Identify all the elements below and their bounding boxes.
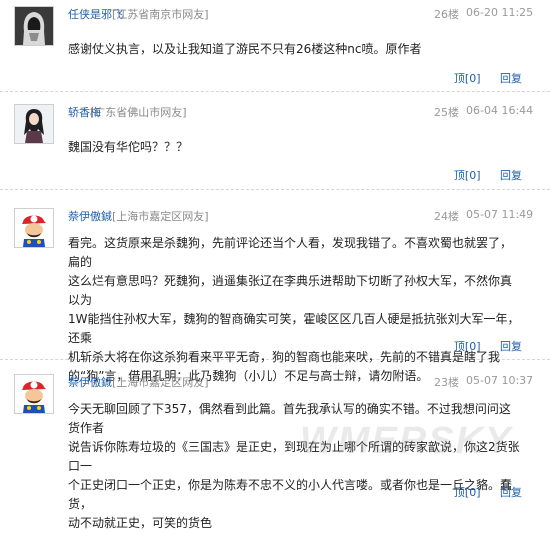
comment-text: 看完。这货原来是杀魏狗，先前评论还当个人看，发现我错了。不喜欢蜀也就罢了，扁的 … [68,234,520,386]
up-vote-label: 顶 [453,340,465,353]
floor-number: 25楼 [434,106,459,119]
up-vote-button[interactable]: 顶[0] [454,338,481,354]
user-location: [广东省佛山市网友] [90,106,187,119]
username[interactable]: 萘伊傲鋮 [68,208,112,224]
floor-number: 24楼 [434,210,459,223]
up-vote-label: 顶 [453,72,465,85]
comment-actions: 顶[0] 回复 [438,70,522,86]
comment-item: 萘伊傲鋮 [上海市嘉定区网友] 24楼 05-07 11:49 看完。这货原来是… [0,202,550,383]
user-location: [上海市嘉定区网友] [112,376,209,389]
reply-button[interactable]: 回复 [500,338,522,354]
up-vote-button[interactable]: 顶[0] [454,167,481,183]
user-location: [江苏省南京市网友] [112,8,209,21]
up-vote-count: [0] [464,340,481,353]
mario-avatar-icon [15,375,53,413]
comment-line: 动不动就正史，可笑的货色 [68,516,213,530]
avatar[interactable] [14,374,54,414]
reply-button[interactable]: 回复 [500,484,522,500]
mario-avatar-icon [15,209,53,247]
comment-text: 魏国没有华佗吗？？？ [68,138,520,157]
avatar[interactable] [14,104,54,144]
avatar[interactable] [14,6,54,46]
floor-number: 26楼 [434,8,459,21]
comment-line: 看完。这货原来是杀魏狗，先前评论还当个人看，发现我错了。不喜欢蜀也就罢了，扁的 [68,236,513,269]
comment-actions: 顶[0] 回复 [438,338,522,354]
comment-line: 这么烂有意思吗？死魏狗，逍遥集张辽在李典乐进帮助下切断了孙权大军，不然你真以为 [68,274,513,307]
up-vote-button[interactable]: 顶[0] [454,484,481,500]
comment-item: 轿香梅 [广东省佛山市网友] 25楼 06-04 16:44 魏国没有华佗吗？？… [0,98,550,190]
watermark: WMERSKY [300,420,513,462]
up-vote-button[interactable]: 顶[0] [454,70,481,86]
username[interactable]: 萘伊傲鋮 [68,374,112,390]
comment-item: 任侠是邪飞 [江苏省南京市网友] 26楼 06-20 11:25 感谢仗义执言，… [0,0,550,92]
up-vote-label: 顶 [453,486,465,499]
reply-button[interactable]: 回复 [500,167,522,183]
comment-actions: 顶[0] 回复 [438,484,522,500]
reply-button[interactable]: 回复 [500,70,522,86]
floor-number: 23楼 [434,376,459,389]
comment-actions: 顶[0] 回复 [438,167,522,183]
comment-line: 感谢仗义执言，以及让我知道了游民不只有26楼这种nc喷。原作者 [68,42,422,56]
up-vote-count: [0] [464,72,481,85]
user-location: [上海市嘉定区网友] [112,210,209,223]
post-time: 06-20 11:25 [466,6,534,19]
post-time: 06-04 16:44 [466,104,534,117]
anime-girl-avatar-icon [15,105,53,143]
up-vote-label: 顶 [453,169,465,182]
up-vote-count: [0] [464,486,481,499]
avatar[interactable] [14,208,54,248]
comment-line: 魏国没有华佗吗？？？ [68,140,189,154]
post-time: 05-07 10:37 [466,374,534,387]
comment-text: 感谢仗义执言，以及让我知道了游民不只有26楼这种nc喷。原作者 [68,40,520,59]
hooded-assassin-avatar-icon [15,7,53,45]
post-time: 05-07 11:49 [466,208,534,221]
up-vote-count: [0] [464,169,481,182]
